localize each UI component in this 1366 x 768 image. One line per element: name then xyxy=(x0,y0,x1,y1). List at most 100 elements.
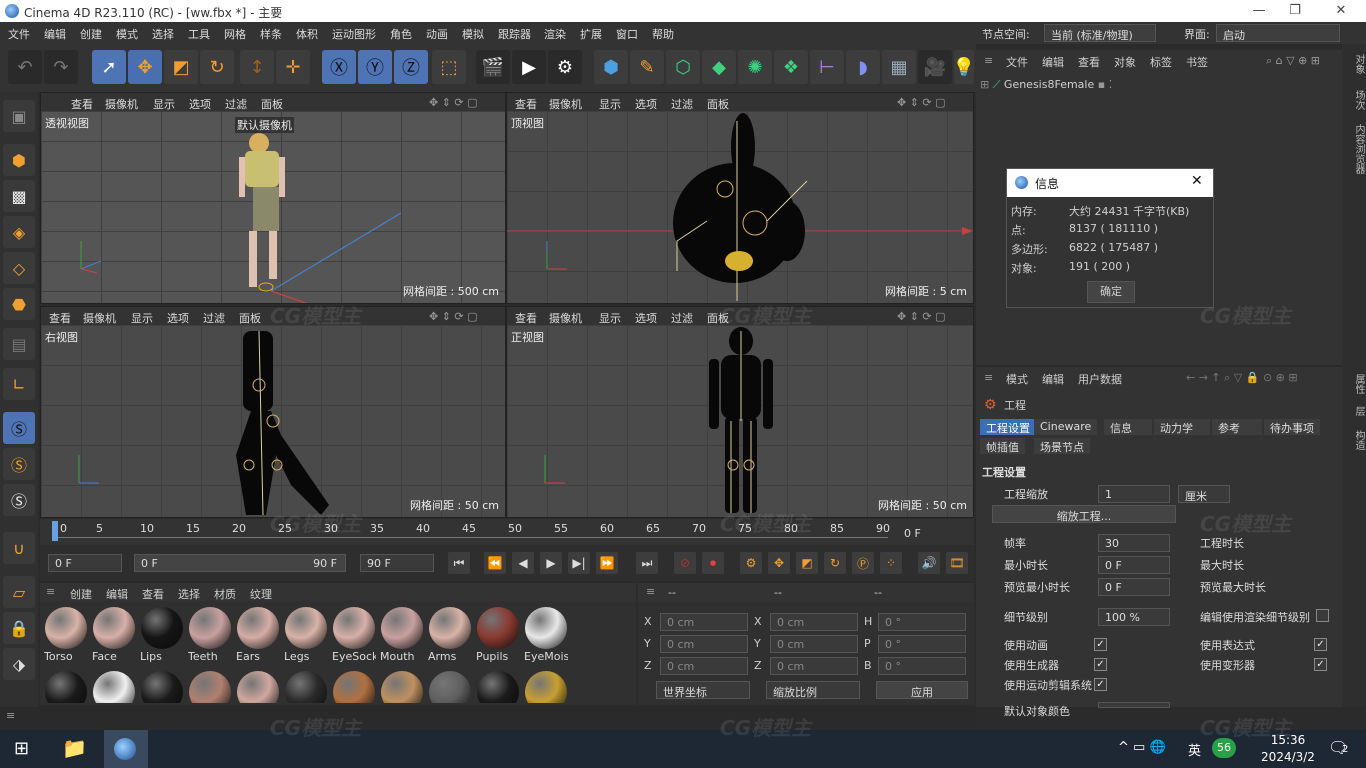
material-swatch[interactable] xyxy=(332,671,376,703)
prev-frame-icon[interactable]: ◀ xyxy=(512,552,534,574)
menu-tracker[interactable]: 跟踪器 xyxy=(498,26,531,42)
side-tab-structure[interactable]: 构造 xyxy=(1346,430,1366,450)
mat-menu-material[interactable]: 材质 xyxy=(214,586,236,602)
autokey-icon[interactable]: ⏺ xyxy=(702,552,724,574)
select-tool-icon[interactable]: ➚ xyxy=(92,50,126,84)
render-view-icon[interactable]: 🎬 xyxy=(476,50,510,84)
vp-menu-options[interactable]: 选项 xyxy=(189,96,211,112)
menu-select[interactable]: 选择 xyxy=(152,26,174,42)
scale-tool-icon[interactable]: ◩ xyxy=(164,50,198,84)
material-swatch[interactable] xyxy=(524,671,568,703)
cloner-icon[interactable]: ✺ xyxy=(738,50,772,84)
axis-mode-icon[interactable]: ∟ xyxy=(3,368,35,400)
coord-value-field[interactable]: 0 cm xyxy=(770,657,858,675)
attr-nav-icon[interactable]: ← → ↑ ⌕ ▽ 🔒 ⊙ ⊕ ⊞ xyxy=(1186,371,1298,385)
points-mode-icon[interactable]: ◈ xyxy=(3,216,35,248)
vp-menu-filter[interactable]: 过滤 xyxy=(203,310,225,326)
coord-value-field[interactable]: 0 ° xyxy=(878,613,966,631)
mat-menu-texture[interactable]: 纹理 xyxy=(250,586,272,602)
close-button[interactable]: ✕ xyxy=(1326,3,1356,18)
preview-range-slider[interactable]: 0 F 90 F xyxy=(134,554,346,572)
windows-start-icon[interactable]: ⊞ xyxy=(14,738,29,759)
tab-info[interactable]: 信息 xyxy=(1104,419,1152,435)
obj-menu-file[interactable]: 文件 xyxy=(1006,54,1028,70)
move-tool-icon[interactable]: ✥ xyxy=(128,50,162,84)
obj-menu-edit[interactable]: 编辑 xyxy=(1042,54,1064,70)
obj-menu-object[interactable]: 对象 xyxy=(1114,54,1136,70)
front-viewport[interactable]: 查看 摄像机 显示 选项 过滤 面板 ✥ ⇕ ⟳ ▢ 正视图 网格间距 : 50… xyxy=(506,306,974,518)
lod-render-checkbox[interactable] xyxy=(1316,609,1329,622)
render-picture-viewer-icon[interactable]: ▶ xyxy=(512,50,546,84)
lod-input[interactable]: 100 % xyxy=(1098,608,1170,626)
viewport-nav-icon[interactable]: ✥ ⇕ ⟳ ▢ xyxy=(897,310,946,323)
attr-menu-mode[interactable]: 模式 xyxy=(1006,371,1028,387)
minimize-button[interactable]: — xyxy=(1244,3,1274,18)
tab-dynamics[interactable]: 动力学 xyxy=(1154,419,1210,435)
coordinate-system-icon[interactable]: ⬚ xyxy=(432,50,466,84)
close-icon[interactable]: ✕ xyxy=(1191,173,1203,189)
pen-icon[interactable]: ✎ xyxy=(630,50,664,84)
coord-value-field[interactable]: 0 cm xyxy=(660,657,748,675)
option-checkbox[interactable]: ✓ xyxy=(1094,678,1107,691)
max-frame-field[interactable]: 90 F xyxy=(360,554,434,572)
coord-value-field[interactable]: 0 ° xyxy=(878,657,966,675)
mat-menu-view[interactable]: 查看 xyxy=(142,586,164,602)
play-icon[interactable]: ▶ xyxy=(540,552,562,574)
preview-min-input[interactable]: 0 F xyxy=(1098,578,1170,596)
obj-menu-view[interactable]: 查看 xyxy=(1078,54,1100,70)
next-frame-icon[interactable]: ▶| xyxy=(568,552,590,574)
obj-menu-bookmarks[interactable]: 书签 xyxy=(1186,54,1208,70)
rotate-tool-icon[interactable]: ↻ xyxy=(200,50,234,84)
world-coords-select[interactable]: 世界坐标 xyxy=(656,681,750,699)
attr-menu-edit[interactable]: 编辑 xyxy=(1042,371,1064,387)
material-swatch[interactable]: Pupils xyxy=(476,607,520,667)
vp-menu-panel[interactable]: 面板 xyxy=(239,310,261,326)
light-icon[interactable]: 💡 xyxy=(953,50,975,84)
material-swatch[interactable] xyxy=(476,671,520,703)
deformer-icon[interactable]: ⊢ xyxy=(810,50,844,84)
clock-date[interactable]: 2024/3/2 xyxy=(1250,750,1326,764)
obj-menu-tags[interactable]: 标签 xyxy=(1150,54,1172,70)
viewport-nav-icon[interactable]: ✥ ⇕ ⟳ ▢ xyxy=(897,96,946,109)
material-swatch[interactable] xyxy=(188,671,232,703)
apply-button[interactable]: 应用 xyxy=(876,681,968,699)
vp-menu-camera[interactable]: 摄像机 xyxy=(549,96,582,112)
vp-menu-camera[interactable]: 摄像机 xyxy=(105,96,138,112)
menu-mesh[interactable]: 网格 xyxy=(224,26,246,42)
vp-menu-filter[interactable]: 过滤 xyxy=(671,310,693,326)
node-space-select[interactable]: 当前 (标准/物理) xyxy=(1044,24,1156,42)
attr-menu-userdata[interactable]: 用户数据 xyxy=(1078,371,1122,387)
material-swatch[interactable]: Lips xyxy=(140,607,184,667)
restore-button[interactable]: ❐ xyxy=(1280,3,1310,18)
scale-select[interactable]: 缩放比例 xyxy=(766,681,860,699)
scale-project-button[interactable]: 缩放工程... xyxy=(992,505,1176,523)
hamburger-icon[interactable]: ≡ xyxy=(6,709,15,722)
ime-language[interactable]: 英 xyxy=(1188,740,1201,759)
workplane-align-icon[interactable]: ⬗ xyxy=(3,648,35,680)
y-axis-icon[interactable]: Ⓨ xyxy=(358,50,392,84)
lock-workplane-icon[interactable]: 🔒 xyxy=(3,612,35,644)
vp-menu-options[interactable]: 选项 xyxy=(635,310,657,326)
side-tab-layers[interactable]: 层 xyxy=(1346,406,1366,416)
model-mode-icon[interactable]: ⬢ xyxy=(3,144,35,176)
menu-edit[interactable]: 编辑 xyxy=(44,26,66,42)
hamburger-icon[interactable]: ≡ xyxy=(646,585,655,598)
snap-icon[interactable]: Ⓢ xyxy=(3,412,35,444)
vp-menu-filter[interactable]: 过滤 xyxy=(671,96,693,112)
goto-start-icon[interactable]: ⏮ xyxy=(448,552,470,574)
tab-cineware[interactable]: Cineware xyxy=(1034,419,1098,435)
menu-mode[interactable]: 模式 xyxy=(116,26,138,42)
current-frame-field[interactable]: 0 F xyxy=(48,554,122,572)
snap-settings-icon[interactable]: Ⓢ xyxy=(3,448,35,480)
menu-render[interactable]: 渲染 xyxy=(544,26,566,42)
record-keys-icon[interactable]: ⊘ xyxy=(674,552,696,574)
material-swatch[interactable]: Mouth xyxy=(380,607,424,667)
material-swatch[interactable]: Torso xyxy=(44,607,88,667)
key-rotation-icon[interactable]: ↻ xyxy=(824,552,846,574)
playhead[interactable] xyxy=(52,521,58,541)
vp-menu-panel[interactable]: 面板 xyxy=(707,96,729,112)
material-swatch[interactable] xyxy=(236,671,280,703)
file-explorer-icon[interactable]: 📁 xyxy=(62,736,87,760)
menu-animate[interactable]: 动画 xyxy=(426,26,448,42)
texture-mode-icon[interactable]: ▩ xyxy=(3,180,35,212)
